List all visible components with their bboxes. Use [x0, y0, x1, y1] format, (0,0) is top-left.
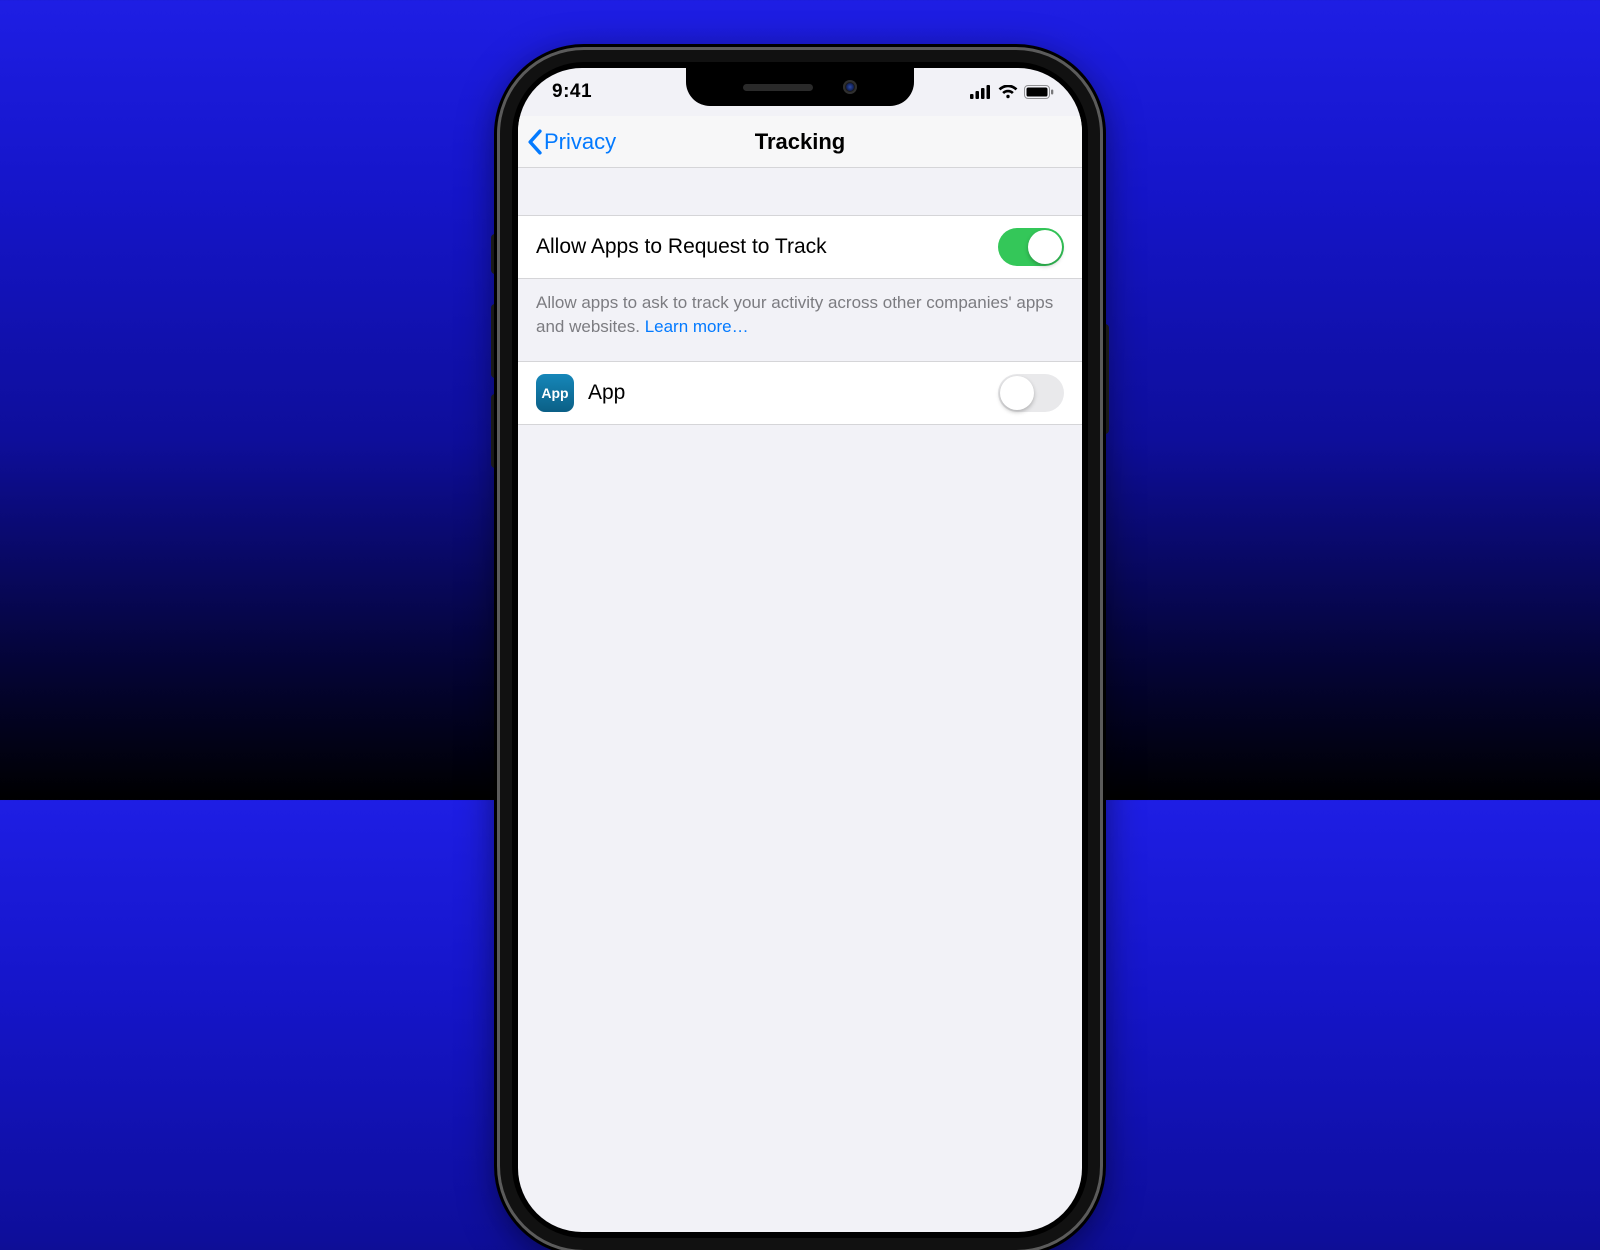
toggle-knob: [1028, 230, 1062, 264]
allow-tracking-toggle[interactable]: [998, 228, 1064, 266]
status-indicators: [970, 85, 1054, 99]
chevron-left-icon: [526, 129, 543, 155]
allow-tracking-row: Allow Apps to Request to Track: [518, 216, 1082, 279]
app-tracking-row: App App: [518, 362, 1082, 425]
phone-screen: 9:41: [518, 68, 1082, 1232]
wifi-icon: [998, 85, 1018, 99]
learn-more-link[interactable]: Learn more…: [645, 317, 749, 336]
navigation-bar: Privacy Tracking: [518, 116, 1082, 168]
app-tracking-toggle[interactable]: [998, 374, 1064, 412]
status-time: 9:41: [552, 81, 592, 103]
back-button[interactable]: Privacy: [526, 129, 616, 155]
back-label: Privacy: [544, 129, 616, 155]
footer-text: Allow apps to ask to track your activity…: [536, 293, 1053, 336]
toggle-knob: [1000, 376, 1034, 410]
status-bar: 9:41: [518, 68, 1082, 116]
silence-switch: [491, 234, 499, 274]
volume-down-button: [491, 394, 499, 468]
cellular-signal-icon: [970, 85, 992, 99]
volume-up-button: [491, 304, 499, 378]
app-icon: App: [536, 374, 574, 412]
iphone-frame: 9:41: [500, 50, 1100, 1250]
section-gap: [518, 168, 1082, 216]
allow-tracking-footer: Allow apps to ask to track your activity…: [518, 279, 1082, 362]
screenshot-stage: 9:41: [0, 0, 1600, 800]
allow-tracking-label: Allow Apps to Request to Track: [536, 235, 998, 259]
page-title: Tracking: [755, 129, 845, 155]
app-label: App: [588, 381, 998, 405]
power-button: [1101, 324, 1109, 434]
battery-icon: [1024, 85, 1054, 99]
